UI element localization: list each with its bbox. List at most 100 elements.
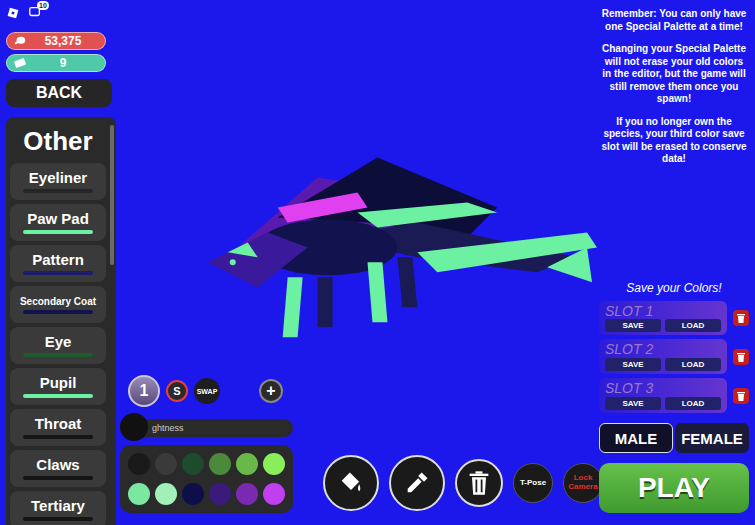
color-swatch[interactable] [182,453,204,475]
save-slot: SLOT 1SAVE LOAD [599,301,749,336]
creature-figure[interactable] [118,0,599,375]
slot-box: SLOT 2SAVE LOAD [599,339,727,374]
sidebar-item[interactable]: Tertiary [10,491,106,525]
color-bar [23,230,93,234]
category-panel: OtherEyelinerPaw PadPatternSecondary Coa… [6,117,116,525]
delete-slot-icon[interactable] [733,310,749,326]
sidebar-item[interactable]: Eye [10,327,106,364]
add-button[interactable]: + [259,379,283,403]
load-button[interactable]: LOAD [665,319,721,332]
left-column: 1053,3759BACKOtherEyelinerPaw PadPattern… [0,0,118,525]
fill-tool[interactable] [323,455,379,511]
color-swatch[interactable] [182,483,204,505]
text-tool-button[interactable]: T-Pose [513,463,553,503]
trash-icon [465,469,493,497]
save-slot: SLOT 2SAVE LOAD [599,339,749,374]
sidebar-item-label: Throat [35,416,82,433]
save-title: Save your Colors! [599,281,749,295]
color-swatch[interactable] [236,453,258,475]
color-swatch[interactable] [155,453,177,475]
sidebar-item[interactable]: Pattern [10,245,106,282]
sidebar-item-label: Pupil [40,375,77,392]
delete-slot-icon[interactable] [733,388,749,404]
tool-label: Lock Camera [564,474,602,492]
color-swatch[interactable] [209,453,231,475]
color-bar [23,394,93,398]
notice-text: Remember: You can only have one Special … [599,8,749,176]
brightness-label: ghtness [152,423,184,433]
color-swatch[interactable] [236,483,258,505]
bottom-bar: 1S SWAP + ghtness T-Pose Lock Camera [118,375,599,525]
slider-knob[interactable] [120,413,148,441]
color-swatch[interactable] [263,453,285,475]
slot-label: SLOT 1 [605,303,721,320]
right-column: Remember: You can only have one Special … [599,0,755,525]
text-tool-button[interactable]: Lock Camera [563,463,603,503]
slot-buttons: SAVE LOAD [605,358,721,371]
eyedropper-icon [403,469,431,497]
sidebar-item[interactable]: Eyeliner [10,163,106,200]
gender-selector: MALEFEMALE [599,423,749,453]
load-button[interactable]: LOAD [665,358,721,371]
save-slot: SLOT 3SAVE LOAD [599,378,749,413]
color-swatch[interactable] [263,483,285,505]
toolbar: T-Pose Lock Camera [323,455,603,513]
slot-label: SLOT 2 [605,341,721,358]
palette-top-row: 1S SWAP + [120,375,293,407]
ticket-icon [13,56,27,70]
notice-paragraph: If you no longer own the species, your t… [601,116,747,166]
slot-box: SLOT 3SAVE LOAD [599,378,727,413]
currency-value: 53,375 [27,34,99,48]
save-button[interactable]: SAVE [605,358,661,371]
sidebar-item-label: Tertiary [31,498,85,515]
slot-buttons: SAVE LOAD [605,397,721,410]
roblox-logo-icon[interactable] [6,6,20,20]
color-bar [23,271,93,275]
gender-button[interactable]: MALE [599,423,673,453]
slot-buttons: SAVE LOAD [605,319,721,332]
sidebar-item[interactable]: Paw Pad [10,204,106,241]
gender-button[interactable]: FEMALE [675,423,749,453]
sidebar-item-label: Claws [36,457,79,474]
sidebar-item[interactable]: Throat [10,409,106,446]
sidebar-item[interactable]: Claws [10,450,106,487]
color-swatch[interactable] [209,483,231,505]
palette-slot-button[interactable]: 1 [128,375,160,407]
color-swatch[interactable] [155,483,177,505]
color-swatch[interactable] [128,483,150,505]
brightness-slider[interactable]: ghtness [120,419,293,437]
sidebar-item-label: Secondary Coat [20,296,96,307]
currency-bar: 53,375 [6,32,106,50]
sidebar-item[interactable]: Pupil [10,368,106,405]
sidebar-item[interactable]: Secondary Coat [10,286,106,323]
currency-bar: 9 [6,54,106,72]
save-button[interactable]: SAVE [605,319,661,332]
save-button[interactable]: SAVE [605,397,661,410]
swatch-grid [120,445,293,513]
notice-paragraph: Changing your Special Palette will not e… [601,43,747,106]
sidebar-item-label: Eye [45,334,72,351]
load-button[interactable]: LOAD [665,397,721,410]
eyedropper-tool[interactable] [389,455,445,511]
play-button[interactable]: PLAY [599,463,749,513]
special-palette-button[interactable]: S [166,380,188,402]
notice-paragraph: Remember: You can only have one Special … [601,8,747,33]
currency-value: 9 [27,56,99,70]
color-swatch[interactable] [128,453,150,475]
meat-icon [13,34,27,48]
swap-button[interactable]: SWAP [194,378,220,404]
color-bar [23,189,93,193]
tool-label: T-Pose [517,479,549,488]
scrollbar[interactable] [110,125,114,265]
paint-bucket-icon [337,469,365,497]
delete-slot-icon[interactable] [733,349,749,365]
slot-box: SLOT 1SAVE LOAD [599,301,727,336]
color-editor-screen: 1053,3759BACKOtherEyelinerPaw PadPattern… [0,0,755,525]
back-button[interactable]: BACK [6,79,112,107]
chat-button[interactable]: 10 [28,5,46,21]
center-column: 1S SWAP + ghtness T-Pose Lock Camera [118,0,599,525]
sidebar-item-label: Paw Pad [27,211,89,228]
sidebar-item-label: Eyeliner [29,170,87,187]
slot-label: SLOT 3 [605,380,721,397]
clear-tool[interactable] [455,459,503,507]
